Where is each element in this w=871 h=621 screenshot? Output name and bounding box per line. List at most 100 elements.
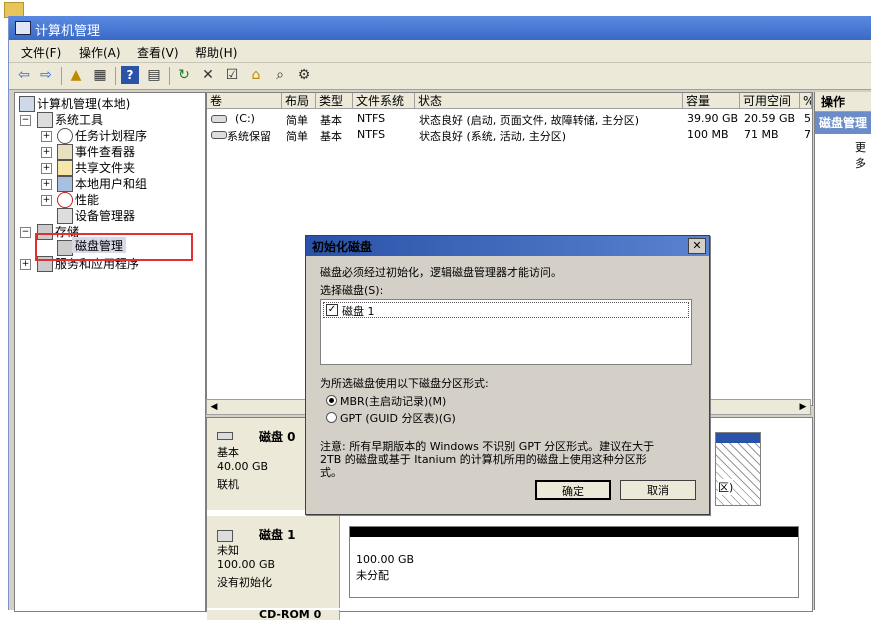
expand-icon[interactable]: + [41, 195, 52, 206]
disk-item-label: 磁盘 1 [342, 305, 375, 318]
disk-size: 100.00 GB [217, 558, 276, 571]
toolbar-separator [115, 67, 116, 85]
gpt-radio[interactable] [326, 412, 337, 423]
users-icon [57, 176, 73, 192]
initialize-disk-dialog: 初始化磁盘 ✕ 磁盘必须经过初始化，逻辑磁盘管理器才能访问。 选择磁盘(S): … [305, 235, 710, 515]
tree-shared-folders[interactable]: 共享文件夹 [75, 159, 135, 176]
dialog-intro-text: 磁盘必须经过初始化，逻辑磁盘管理器才能访问。 [320, 266, 562, 279]
disk-name: 磁盘 0 [259, 430, 296, 444]
column-header-layout[interactable]: 布局 [282, 93, 316, 109]
more-actions-link[interactable]: 更多 [855, 139, 871, 171]
cancel-button[interactable]: 取消 [620, 480, 696, 500]
volume-block-hatched[interactable]: 区) [715, 432, 761, 506]
close-icon[interactable]: ✕ [688, 238, 706, 254]
table-row[interactable]: (C:) 简单 基本 NTFS 状态良好 (启动, 页面文件, 故障转储, 主分… [209, 111, 811, 127]
volume-name: (C:) [235, 112, 255, 125]
gpt-option-label[interactable]: GPT (GUID 分区表)(G) [340, 410, 456, 426]
partition-style-label: 为所选磁盘使用以下磁盘分区形式: [320, 377, 489, 390]
scroll-right-icon[interactable]: ▶ [797, 401, 809, 413]
back-arrow-icon[interactable]: ⇦ [15, 66, 33, 84]
disk-type: 未知 [217, 544, 239, 557]
disk-select-list[interactable]: ✓ 磁盘 1 [320, 299, 692, 365]
column-header-filesystem[interactable]: 文件系统 [353, 93, 415, 109]
drive-icon [211, 131, 227, 139]
scroll-left-icon[interactable]: ◀ [208, 401, 220, 413]
mbr-option-label[interactable]: MBR(主启动记录)(M) [340, 393, 446, 409]
volume-free-space: 71 MB [744, 128, 779, 141]
window-title: 计算机管理 [35, 24, 101, 39]
dialog-title-bar[interactable]: 初始化磁盘 ✕ [306, 236, 709, 256]
up-folder-icon[interactable]: ▲ [67, 66, 85, 84]
mbr-radio[interactable] [326, 395, 337, 406]
volume-filesystem: NTFS [357, 128, 386, 141]
refresh-icon[interactable]: ↻ [175, 66, 193, 84]
tools-icon [37, 112, 53, 128]
collapse-icon[interactable]: − [20, 227, 31, 238]
toolbar-separator [61, 67, 62, 85]
properties-icon[interactable]: ☑ [223, 66, 241, 84]
view-icon[interactable]: ▤ [145, 66, 163, 84]
volume-percent: 5 [804, 112, 811, 125]
disk-1-label[interactable]: 磁盘 1 未知 100.00 GB 没有初始化 [207, 516, 340, 608]
help-icon[interactable]: ? [121, 66, 139, 84]
column-header-type[interactable]: 类型 [316, 93, 353, 109]
tree-local-users[interactable]: 本地用户和组 [75, 175, 147, 192]
column-header-percent[interactable]: % [800, 93, 812, 109]
volume-capacity: 39.90 GB [687, 112, 739, 125]
delete-icon[interactable]: ✕ [199, 66, 217, 84]
settings-icon[interactable]: ⚙ [295, 66, 313, 84]
cdrom-name: CD-ROM 0 [259, 608, 322, 621]
column-header-status[interactable]: 状态 [415, 93, 683, 109]
tree-performance[interactable]: 性能 [75, 191, 99, 208]
expand-icon[interactable]: + [41, 131, 52, 142]
column-header-volume[interactable]: 卷 [207, 93, 282, 109]
toolbar: ⇦ ⇨ ▲ ▦ ? ▤ ↻ ✕ ☑ ⌂ ⌕ ⚙ [9, 63, 871, 90]
unallocated-block[interactable]: 100.00 GB 未分配 [349, 526, 799, 598]
menu-file[interactable]: 文件(F) [21, 44, 61, 61]
show-hide-tree-icon[interactable]: ▦ [91, 66, 109, 84]
volume-type: 基本 [320, 114, 342, 127]
menu-bar: 文件(F) 操作(A) 查看(V) 帮助(H) [9, 40, 871, 63]
table-row[interactable]: 系统保留 简单 基本 NTFS 状态良好 (系统, 活动, 主分区) 100 M… [209, 127, 811, 143]
navigation-tree: 计算机管理(本地) − 系统工具 + 任务计划程序 + 事件查看器 + 共享文件… [14, 92, 206, 612]
search-icon[interactable]: ⌕ [271, 66, 289, 84]
disk-size: 40.00 GB [217, 460, 269, 473]
column-header-capacity[interactable]: 容量 [683, 93, 740, 109]
volume-free-space: 20.59 GB [744, 112, 796, 125]
disk-checkbox[interactable]: ✓ [326, 304, 338, 316]
drive-icon [211, 115, 227, 123]
computer-icon [19, 96, 35, 112]
actions-section-disk-management[interactable]: 磁盘管理 [815, 112, 871, 134]
volume-layout: 简单 [286, 130, 308, 143]
title-bar[interactable]: 计算机管理 [9, 16, 871, 40]
tree-system-tools[interactable]: 系统工具 [55, 111, 103, 128]
open-folder-icon[interactable]: ⌂ [247, 66, 265, 84]
tree-root[interactable]: 计算机管理(本地) [37, 95, 130, 112]
menu-action[interactable]: 操作(A) [79, 44, 121, 61]
list-item[interactable]: ✓ 磁盘 1 [323, 302, 689, 318]
unallocated-label: 未分配 [356, 569, 389, 582]
expand-icon[interactable]: + [41, 179, 52, 190]
expand-icon[interactable]: + [20, 259, 31, 270]
column-header-free-space[interactable]: 可用空间 [740, 93, 800, 109]
ok-button[interactable]: 确定 [535, 480, 611, 500]
note-text-line-3: 式。 [320, 466, 342, 479]
red-annotation-box [35, 233, 193, 261]
collapse-icon[interactable]: − [20, 115, 31, 126]
cdrom-label[interactable]: CD-ROM 0 [207, 608, 340, 621]
tree-task-scheduler[interactable]: 任务计划程序 [75, 127, 147, 144]
forward-arrow-icon[interactable]: ⇨ [37, 66, 55, 84]
select-disk-label: 选择磁盘(S): [320, 284, 384, 297]
event-viewer-icon [57, 144, 73, 160]
tree-event-viewer[interactable]: 事件查看器 [75, 143, 135, 160]
volume-status: 状态良好 (启动, 页面文件, 故障转储, 主分区) [419, 114, 640, 127]
unallocated-block-header [350, 527, 798, 537]
expand-icon[interactable]: + [41, 163, 52, 174]
menu-view[interactable]: 查看(V) [137, 44, 179, 61]
performance-icon [57, 192, 73, 208]
menu-help[interactable]: 帮助(H) [195, 44, 237, 61]
expand-icon[interactable]: + [41, 147, 52, 158]
volume-type: 基本 [320, 130, 342, 143]
tree-device-manager[interactable]: 设备管理器 [75, 207, 135, 224]
note-text-line-2: 2TB 的磁盘或基于 Itanium 的计算机所用的磁盘上使用这种分区形 [320, 453, 647, 466]
